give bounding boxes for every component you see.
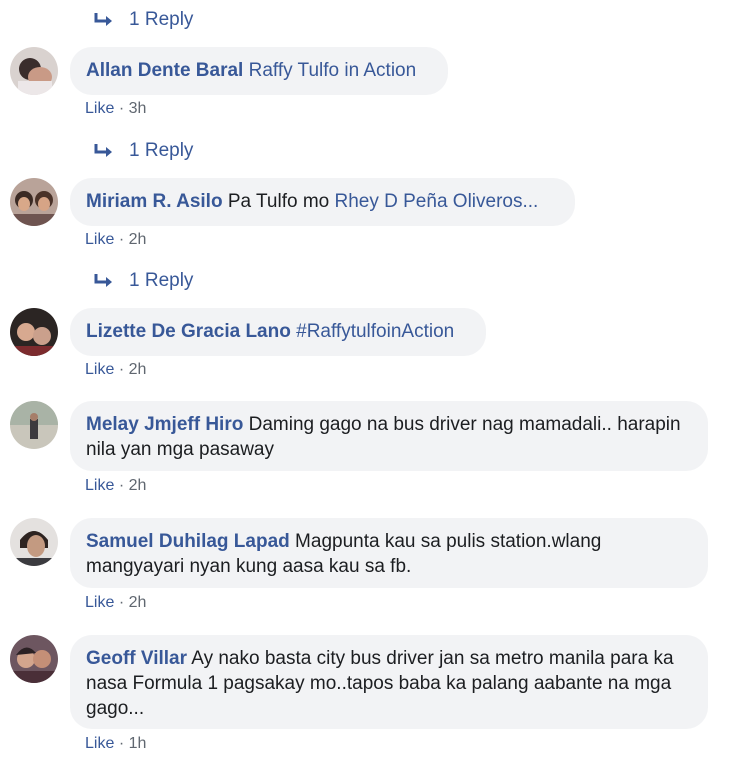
reply-arrow-icon: [94, 144, 112, 157]
comment-author[interactable]: Miriam R. Asilo: [86, 191, 223, 212]
separator: ·: [118, 361, 125, 378]
comment-author[interactable]: Melay Jmjeff Hiro: [86, 414, 243, 435]
like-link[interactable]: Like: [85, 231, 114, 248]
comment-meta: Like · 2h: [85, 361, 146, 379]
avatar[interactable]: [10, 635, 58, 683]
comment-meta: Like · 2h: [85, 477, 146, 495]
comment-meta: Like · 1h: [85, 735, 146, 753]
separator: ·: [118, 594, 125, 611]
comment-bubble: Melay Jmjeff Hiro Daming gago na bus dri…: [70, 401, 708, 471]
comment-author[interactable]: Samuel Duhilag Lapad: [86, 531, 290, 552]
comment-bubble: Samuel Duhilag Lapad Magpunta kau sa pul…: [70, 518, 708, 588]
timestamp[interactable]: 2h: [129, 361, 147, 378]
reply-arrow-icon: [94, 274, 112, 287]
timestamp[interactable]: 2h: [129, 231, 147, 248]
comment-bubble: Allan Dente Baral Raffy Tulfo in Action: [70, 47, 448, 95]
like-link[interactable]: Like: [85, 594, 114, 611]
timestamp[interactable]: 3h: [129, 100, 147, 117]
separator: ·: [118, 231, 125, 248]
like-link[interactable]: Like: [85, 477, 114, 494]
comment-bubble: Miriam R. Asilo Pa Tulfo mo Rhey D Peña …: [70, 178, 575, 226]
reply-count: 1 Reply: [129, 9, 194, 30]
like-link[interactable]: Like: [85, 735, 114, 752]
view-replies-link[interactable]: 1 Reply: [93, 140, 193, 162]
like-link[interactable]: Like: [85, 100, 114, 117]
reply-count: 1 Reply: [129, 140, 194, 161]
reply-count: 1 Reply: [129, 270, 194, 291]
comment-bubble: Geoff Villar Ay nako basta city bus driv…: [70, 635, 708, 729]
hashtag[interactable]: #RaffytulfoinAction: [296, 321, 454, 342]
separator: ·: [118, 100, 125, 117]
comment-meta: Like · 3h: [85, 100, 146, 118]
reply-arrow-icon: [94, 13, 112, 26]
mention-tag[interactable]: Raffy Tulfo in Action: [249, 60, 417, 81]
avatar[interactable]: [10, 308, 58, 356]
timestamp[interactable]: 1h: [129, 735, 147, 752]
comment-author[interactable]: Allan Dente Baral: [86, 60, 243, 81]
avatar[interactable]: [10, 518, 58, 566]
separator: ·: [118, 735, 125, 752]
avatar[interactable]: [10, 401, 58, 449]
comment-meta: Like · 2h: [85, 594, 146, 612]
view-replies-link[interactable]: 1 Reply: [93, 270, 193, 292]
timestamp[interactable]: 2h: [129, 594, 147, 611]
separator: ·: [118, 477, 125, 494]
avatar[interactable]: [10, 178, 58, 226]
like-link[interactable]: Like: [85, 361, 114, 378]
comment-author[interactable]: Geoff Villar: [86, 648, 187, 669]
comment-author[interactable]: Lizette De Gracia Lano: [86, 321, 291, 342]
comment-bubble: Lizette De Gracia Lano #RaffytulfoinActi…: [70, 308, 486, 356]
comment-text: Pa Tulfo mo: [227, 191, 330, 212]
comment-meta: Like · 2h: [85, 231, 146, 249]
mention-tag[interactable]: Rhey D Peña Oliveros...: [335, 191, 539, 212]
timestamp[interactable]: 2h: [129, 477, 147, 494]
avatar[interactable]: [10, 47, 58, 95]
view-replies-link[interactable]: 1 Reply: [93, 9, 193, 31]
